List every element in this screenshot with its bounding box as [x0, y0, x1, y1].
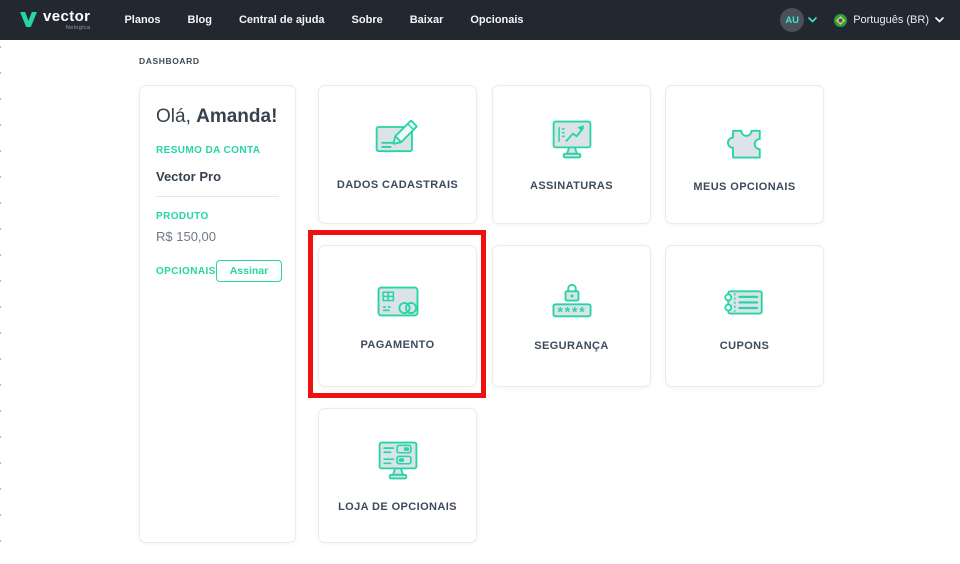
monitor-chart-icon: [546, 117, 598, 163]
credit-card-icon: [372, 281, 424, 322]
puzzle-icon: [719, 116, 771, 164]
language-selector[interactable]: Português (BR): [834, 14, 944, 27]
product-label: PRODUTO: [156, 211, 279, 222]
navbar-right: AU Português (BR): [780, 8, 944, 32]
dashboard-page: vector Nelogica Planos Blog Central de a…: [0, 0, 960, 564]
card-dados-cadastrais[interactable]: DADOS CADASTRAIS: [318, 85, 477, 224]
account-summary-card: Olá, Amanda! RESUMO DA CONTA Vector Pro …: [139, 85, 296, 543]
card-label: ASSINATURAS: [524, 180, 619, 192]
svg-text:****: ****: [557, 303, 586, 319]
card-label: PAGAMENTO: [354, 339, 440, 351]
product-price: R$ 150,00: [156, 229, 279, 244]
card-label: LOJA DE OPCIONAIS: [332, 501, 463, 513]
main-nav: Planos Blog Central de ajuda Sobre Baixa…: [124, 14, 523, 26]
card-label: MEUS OPCIONAIS: [687, 181, 801, 193]
greeting-prefix: Olá,: [156, 106, 196, 127]
brazil-flag-icon: [834, 14, 847, 27]
user-menu[interactable]: AU: [780, 8, 817, 32]
divider: [156, 196, 279, 197]
greeting-name: Amanda!: [196, 106, 277, 127]
top-navbar: vector Nelogica Planos Blog Central de a…: [0, 0, 960, 40]
summary-section-title: RESUMO DA CONTA: [156, 145, 279, 156]
logo-subtitle: Nelogica: [43, 26, 90, 32]
language-label: Português (BR): [853, 14, 929, 26]
vector-logo-icon: [20, 12, 37, 27]
monitor-toggles-icon: [372, 438, 424, 484]
card-label: DADOS CADASTRAIS: [331, 179, 464, 191]
nav-item-sobre[interactable]: Sobre: [352, 14, 383, 26]
logo-name: vector: [43, 8, 90, 25]
chevron-down-icon: [935, 17, 944, 23]
card-label: SEGURANÇA: [528, 340, 615, 352]
optionals-label: OPCIONAIS: [156, 266, 216, 277]
logo-text: vector Nelogica: [43, 9, 90, 32]
coupon-icon: [719, 280, 771, 323]
nav-item-baixar[interactable]: Baixar: [410, 14, 444, 26]
left-edge-dots: [0, 46, 1, 564]
nav-item-blog[interactable]: Blog: [188, 14, 212, 26]
nav-item-planos[interactable]: Planos: [124, 14, 160, 26]
optionals-row: OPCIONAIS Assinar: [156, 260, 279, 282]
form-pencil-icon: [372, 118, 424, 162]
card-meus-opcionais[interactable]: MEUS OPCIONAIS: [665, 85, 824, 224]
password-lock-icon: ****: [546, 280, 598, 323]
vector-logo[interactable]: vector Nelogica: [20, 9, 90, 32]
nav-item-opcionais[interactable]: Opcionais: [470, 14, 523, 26]
subscribe-button[interactable]: Assinar: [216, 260, 283, 282]
chevron-down-icon: [808, 17, 817, 23]
nav-item-central-de-ajuda[interactable]: Central de ajuda: [239, 14, 325, 26]
breadcrumb: DASHBOARD: [139, 56, 200, 66]
plan-name: Vector Pro: [156, 169, 279, 184]
card-assinaturas[interactable]: ASSINATURAS: [492, 85, 651, 224]
avatar: AU: [780, 8, 804, 32]
greeting: Olá, Amanda!: [156, 106, 279, 128]
card-pagamento[interactable]: PAGAMENTO: [318, 245, 477, 387]
card-seguranca[interactable]: **** SEGURANÇA: [492, 245, 651, 387]
card-label: CUPONS: [714, 340, 775, 352]
card-loja-de-opcionais[interactable]: LOJA DE OPCIONAIS: [318, 408, 477, 543]
card-cupons[interactable]: CUPONS: [665, 245, 824, 387]
